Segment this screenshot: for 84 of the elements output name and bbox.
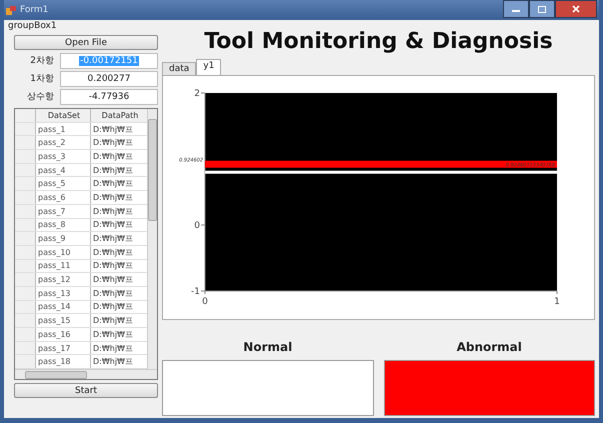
table-cell: pass_10 [36,246,91,259]
open-file-button[interactable]: Open File [14,35,158,50]
close-icon [572,5,580,13]
table-cell: pass_8 [36,218,91,232]
status-label: Normal [243,340,292,354]
table-cell-text: D:₩hj₩프 [92,178,134,190]
row-header[interactable] [15,191,36,204]
table-cell: pass_9 [36,232,91,245]
row-header[interactable] [15,314,36,327]
row-header [15,109,36,122]
row-header[interactable] [15,273,36,286]
table-cell-text: D:₩hj₩프 [92,301,134,314]
field-label: 2차항 [29,55,54,67]
start-button[interactable]: Start [14,383,158,398]
table-cell: pass_2 [36,136,91,150]
table-cell-text: D:₩hj₩프 [92,164,134,176]
row-header[interactable] [15,204,36,218]
row-header[interactable] [15,355,36,368]
table-cell: pass_18 [36,355,91,368]
row-header[interactable] [15,122,36,136]
app-icon [6,6,16,14]
table-cell-text: D:₩hj₩프 [92,192,134,204]
table-cell-text: D:₩hj₩프 [92,260,134,272]
table-cell: pass_4 [36,164,91,176]
row-header[interactable] [15,136,36,150]
tab[interactable]: y1 [196,59,222,75]
row-header[interactable] [15,150,36,163]
field-label: 상수항 [26,91,54,103]
row-header[interactable] [15,164,36,176]
app-title: Tool Monitoring & Diagnosis [203,28,554,56]
table-cell-text: D:₩hj₩프 [92,356,134,368]
row-header[interactable] [15,177,36,190]
value-field[interactable]: 0.200277 [60,70,158,86]
row-header[interactable] [15,342,36,354]
table-cell: pass_3 [36,150,91,163]
tick-label: -1 [191,287,200,297]
table-cell: pass_11 [36,260,91,272]
table-cell-text: D:₩hj₩프 [92,328,134,341]
close-button[interactable] [555,0,597,18]
row-header[interactable] [15,300,36,314]
table-cell: pass_14 [36,300,91,314]
status-label: Abnormal [456,340,522,354]
tick-label: 1 [554,297,560,307]
tick-label: 0 [194,221,200,231]
row-header[interactable] [15,286,36,300]
maximize-button[interactable] [529,0,555,18]
window-title: Form1 [20,5,48,15]
table-cell: pass_13 [36,286,91,300]
table-cell-text: D:₩hj₩프 [92,246,134,259]
table-cell-text: D:₩hj₩프 [92,233,134,245]
vertical-scrollbar[interactable] [147,109,157,369]
row-header[interactable] [15,232,36,245]
table-cell-text: D:₩hj₩프 [92,342,134,354]
row-header[interactable] [15,328,36,341]
table-cell: pass_7 [36,204,91,218]
table-cell-text: D:₩hj₩프 [92,315,134,327]
tab[interactable]: data [162,62,196,75]
table-cell: pass_5 [36,177,91,190]
row-header[interactable] [15,246,36,259]
column-header[interactable]: DataPath [91,109,147,122]
table-cell-text: D:₩hj₩프 [92,206,134,218]
table-cell: pass_12 [36,273,91,286]
table-cell: pass_15 [36,314,91,327]
table-cell: pass_17 [36,342,91,354]
table-cell-text: D:₩hj₩프 [92,288,134,300]
group-box-title: groupBox1 [7,21,58,31]
maximize-icon [538,6,546,12]
table-cell-text: D:₩hj₩프 [92,274,134,286]
row-header[interactable] [15,260,36,272]
column-header[interactable]: DataSet [36,109,91,122]
table-cell-text: D:₩hj₩프 [92,150,134,163]
table-cell: pass_16 [36,328,91,341]
minimize-button[interactable] [503,0,529,18]
table-cell-text: D:₩hj₩프 [92,219,134,232]
horizontal-scrollbar[interactable] [15,369,157,379]
table-cell-text: D:₩hj₩프 [92,137,134,150]
table-cell: pass_6 [36,191,91,204]
table-cell-text: D:₩hj₩프 [92,124,134,136]
value-field[interactable]: -4.77936 [60,88,158,104]
tick-label: 2 [194,89,200,99]
table-cell: pass_1 [36,122,91,136]
tick-label: 0 [202,297,208,307]
row-header[interactable] [15,218,36,232]
field-label: 1차항 [29,73,54,85]
